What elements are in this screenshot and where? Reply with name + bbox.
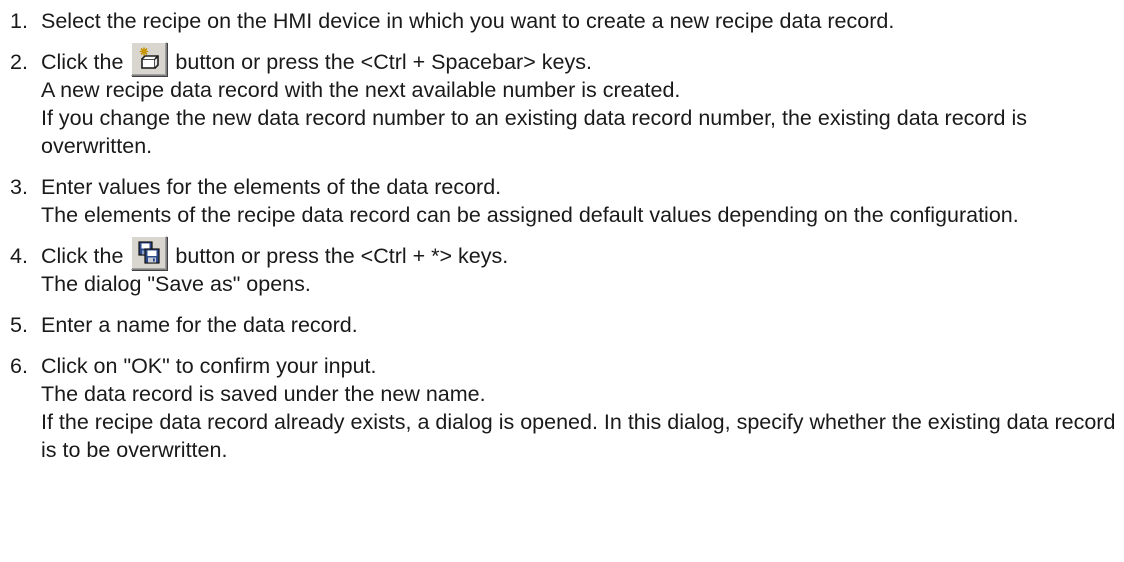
new-record-icon [140,47,160,69]
steps-list: 1. Select the recipe on the HMI device i… [8,7,1116,464]
step-number: 5. [10,313,28,337]
step-number: 3. [10,175,28,199]
step-text: Enter a name for the data record. [41,313,358,337]
step-text: If the recipe data record already exists… [41,410,1116,462]
save-as-icon [138,241,161,264]
step-4: 4. Click the button or press the <Ctrl +… [8,236,1116,298]
step-number: 1. [10,9,28,33]
step-lead-after: button or press the <Ctrl + Spacebar> ke… [175,50,592,74]
step-lead-before: Click the [41,50,124,74]
step-text: If you change the new data record number… [41,106,1027,158]
step-number: 2. [10,50,28,74]
save-as-button-icon [131,236,168,270]
step-text: The data record is saved under the new n… [41,382,486,406]
new-record-button-icon [131,42,168,76]
step-text: The elements of the recipe data record c… [41,203,1019,227]
step-2: 2. Click the button or press the <Ctrl +… [8,42,1116,160]
step-text: A new recipe data record with the next a… [41,78,681,102]
step-1: 1. Select the recipe on the HMI device i… [8,7,1116,35]
step-lead: Click the button or press the <Ctrl + *>… [41,236,1116,270]
step-lead-after: button or press the <Ctrl + *> keys. [175,244,509,268]
step-text: Enter values for the elements of the dat… [41,175,502,199]
step-text: The dialog "Save as" opens. [41,272,311,296]
step-number: 4. [10,244,28,268]
step-number: 6. [10,354,28,378]
step-lead: Click the button or press the <Ctrl + Sp… [41,42,1116,76]
step-6: 6. Click on "OK" to confirm your input. … [8,352,1116,464]
step-3: 3. Enter values for the elements of the … [8,173,1116,229]
step-text: Select the recipe on the HMI device in w… [41,9,895,33]
step-lead-before: Click the [41,244,124,268]
step-5: 5. Enter a name for the data record. [8,311,1116,339]
instruction-page: 1. Select the recipe on the HMI device i… [0,0,1124,562]
step-text: Click on "OK" to confirm your input. [41,354,377,378]
